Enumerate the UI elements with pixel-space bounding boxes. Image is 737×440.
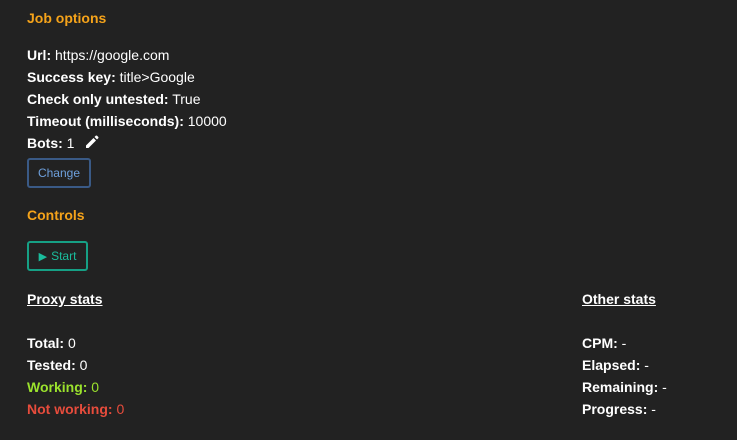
success-key-row: Success key: title>Google	[27, 67, 195, 87]
proxy-stats-title: Proxy stats	[27, 291, 103, 307]
bots-row: Bots: 1	[27, 133, 100, 155]
remaining-label: Remaining:	[582, 379, 659, 395]
success-key-value: title>Google	[119, 69, 195, 85]
remaining-value: -	[662, 379, 667, 395]
timeout-row: Timeout (milliseconds): 10000	[27, 111, 227, 131]
bots-label: Bots:	[27, 135, 63, 151]
success-key-label: Success key:	[27, 69, 116, 85]
url-value: https://google.com	[55, 47, 170, 63]
progress-row: Progress: -	[582, 399, 656, 419]
bots-value: 1	[66, 135, 75, 151]
change-button[interactable]: Change	[27, 158, 91, 188]
cpm-row: CPM: -	[582, 333, 626, 353]
total-row: Total: 0	[27, 333, 76, 353]
elapsed-row: Elapsed: -	[582, 355, 649, 375]
url-label: Url:	[27, 47, 52, 63]
working-label: Working:	[27, 379, 88, 395]
controls-title: Controls	[27, 207, 85, 223]
start-label: Start	[51, 249, 77, 263]
tested-value: 0	[79, 357, 88, 373]
working-row: Working: 0	[27, 377, 99, 397]
total-value: 0	[67, 335, 76, 351]
job-options-title: Job options	[27, 10, 107, 26]
tested-row: Tested: 0	[27, 355, 87, 375]
progress-value: -	[651, 401, 656, 417]
start-button[interactable]: ▶ Start	[27, 241, 88, 271]
not-working-row: Not working: 0	[27, 399, 124, 419]
not-working-value: 0	[116, 401, 125, 417]
elapsed-value: -	[644, 357, 649, 373]
check-untested-value: True	[172, 91, 201, 107]
not-working-label: Not working:	[27, 401, 113, 417]
page: Job options Url: https://google.com Succ…	[0, 0, 737, 440]
timeout-value: 10000	[187, 113, 227, 129]
cpm-label: CPM:	[582, 335, 618, 351]
cpm-value: -	[621, 335, 627, 351]
play-icon: ▶	[38, 250, 48, 263]
total-label: Total:	[27, 335, 65, 351]
timeout-label: Timeout (milliseconds):	[27, 113, 184, 129]
tested-label: Tested:	[27, 357, 76, 373]
working-value: 0	[91, 379, 100, 395]
url-row: Url: https://google.com	[27, 45, 169, 65]
pencil-icon[interactable]	[84, 134, 100, 155]
remaining-row: Remaining: -	[582, 377, 667, 397]
progress-label: Progress:	[582, 401, 648, 417]
other-stats-title: Other stats	[582, 291, 656, 307]
elapsed-label: Elapsed:	[582, 357, 641, 373]
check-untested-row: Check only untested: True	[27, 89, 201, 109]
check-untested-label: Check only untested:	[27, 91, 169, 107]
